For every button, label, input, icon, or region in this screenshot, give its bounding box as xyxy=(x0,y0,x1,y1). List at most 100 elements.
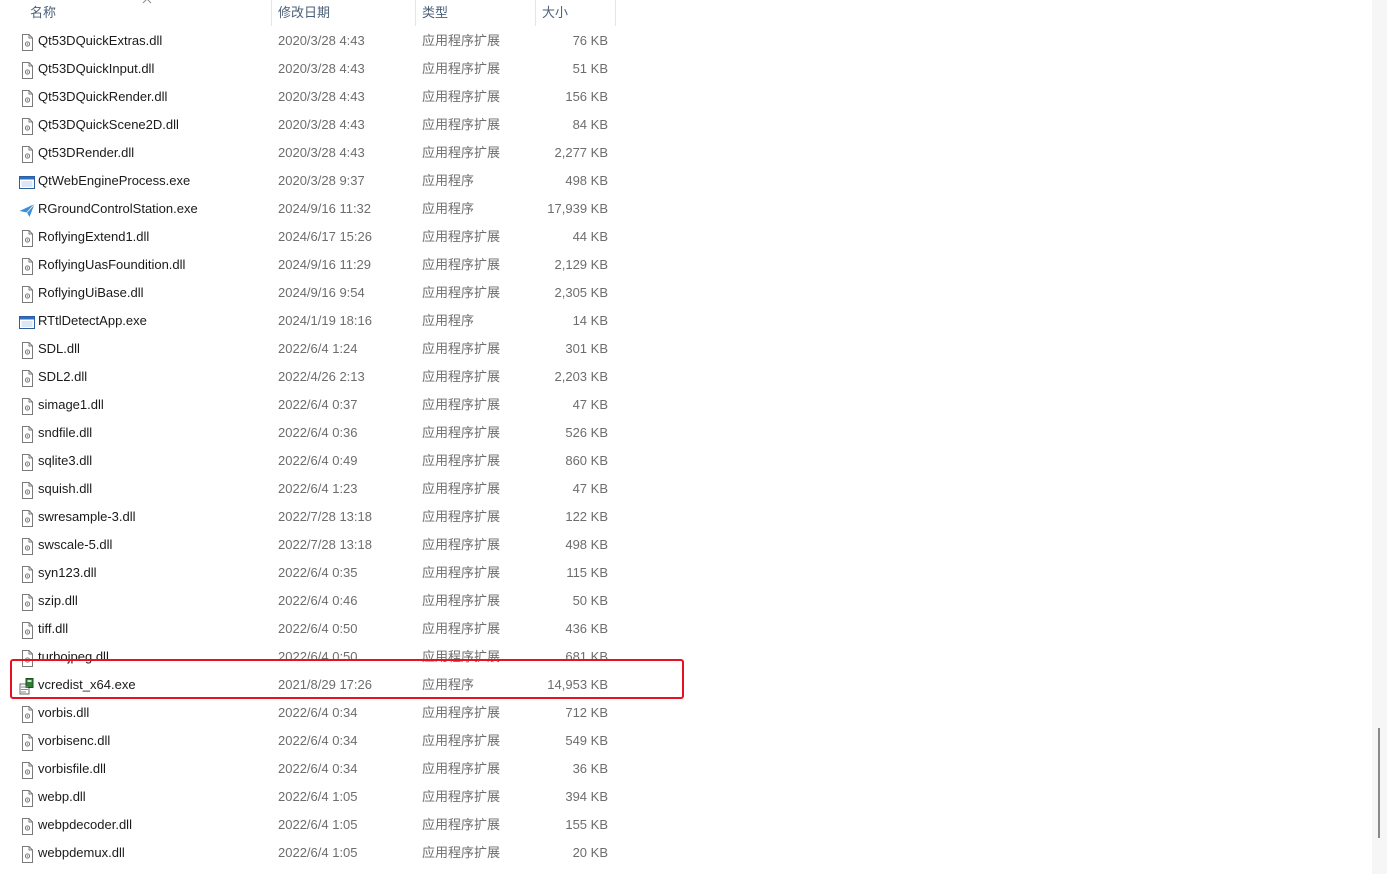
file-type: 应用程序扩展 xyxy=(422,117,501,132)
file-row[interactable]: swresample-3.dll 2022/7/28 13:18 应用程序扩展 122… xyxy=(0,503,700,531)
file-date: 2024/9/16 9:54 xyxy=(278,285,365,300)
file-row[interactable]: simage1.dll 2022/6/4 0:37 应用程序扩展 47 KB xyxy=(0,391,700,419)
file-type: 应用程序扩展 xyxy=(422,705,501,720)
file-name: Qt53DQuickInput.dll xyxy=(38,61,155,76)
file-row[interactable]: Qt53DQuickExtras.dll 2020/3/28 4:43 应用程序扩展… xyxy=(0,27,700,55)
file-date: 2020/3/28 4:43 xyxy=(278,117,365,132)
file-size: 436 KB xyxy=(565,621,608,636)
file-name: QtWebEngineProcess.exe xyxy=(38,173,191,188)
dll-file-icon xyxy=(19,845,35,863)
file-name: RoflyingExtend1.dll xyxy=(38,229,150,244)
file-size: 20 KB xyxy=(572,845,608,860)
dll-file-icon xyxy=(19,257,35,275)
file-date: 2022/7/28 13:18 xyxy=(278,509,372,524)
file-date: 2022/6/4 0:49 xyxy=(278,453,358,468)
file-row[interactable]: syn123.dll 2022/6/4 0:35 应用程序扩展 115 KB xyxy=(0,559,700,587)
file-date: 2022/6/4 0:34 xyxy=(278,733,358,748)
file-name: SDL.dll xyxy=(38,341,80,356)
file-date: 2022/6/4 1:05 xyxy=(278,845,358,860)
file-row[interactable]: szip.dll 2022/6/4 0:46 应用程序扩展 50 KB xyxy=(0,587,700,615)
file-row[interactable]: vorbis.dll 2022/6/4 0:34 应用程序扩展 712 KB xyxy=(0,699,700,727)
file-date: 2020/3/28 4:43 xyxy=(278,145,365,160)
file-date: 2022/6/4 1:23 xyxy=(278,481,358,496)
file-row[interactable]: sqlite3.dll 2022/6/4 0:49 应用程序扩展 860 KB xyxy=(0,447,700,475)
file-name: webpdemux.dll xyxy=(38,845,125,860)
dll-file-icon xyxy=(19,397,35,415)
file-type: 应用程序 xyxy=(422,201,475,216)
paper-plane-app-icon xyxy=(19,201,35,218)
file-row[interactable]: RoflyingUiBase.dll 2024/9/16 9:54 应用程序扩展 2,… xyxy=(0,279,700,307)
file-name: szip.dll xyxy=(38,593,78,608)
file-row[interactable]: SDL2.dll 2022/4/26 2:13 应用程序扩展 2,203 KB xyxy=(0,363,700,391)
column-header-type[interactable]: 类型 xyxy=(415,0,536,26)
dll-file-icon xyxy=(19,369,35,387)
file-date: 2022/6/4 1:05 xyxy=(278,789,358,804)
file-type: 应用程序扩展 xyxy=(422,845,501,860)
file-row[interactable]: vorbisfile.dll 2022/6/4 0:34 应用程序扩展 36 KB xyxy=(0,755,700,783)
file-row[interactable]: sndfile.dll 2022/6/4 0:36 应用程序扩展 526 KB xyxy=(0,419,700,447)
file-name: swresample-3.dll xyxy=(38,509,136,524)
file-type: 应用程序 xyxy=(422,313,475,328)
file-size: 498 KB xyxy=(565,173,608,188)
dll-file-icon xyxy=(19,733,35,751)
file-name: Qt53DQuickScene2D.dll xyxy=(38,117,179,132)
column-header-size-label: 大小 xyxy=(542,5,569,20)
file-size: 51 KB xyxy=(572,61,608,76)
file-row[interactable]: QtWebEngineProcess.exe 2020/3/28 9:37 应用程序… xyxy=(0,167,700,195)
file-row[interactable]: Qt53DQuickScene2D.dll 2020/3/28 4:43 应用程序扩… xyxy=(0,111,700,139)
file-row[interactable]: webpdecoder.dll 2022/6/4 1:05 应用程序扩展 155 KB xyxy=(0,811,700,839)
file-size: 526 KB xyxy=(565,425,608,440)
file-row[interactable]: RGroundControlStation.exe 2024/9/16 11:32… xyxy=(0,195,700,223)
dll-file-icon xyxy=(19,117,35,135)
file-row[interactable]: vorbisenc.dll 2022/6/4 0:34 应用程序扩展 549 KB xyxy=(0,727,700,755)
file-row[interactable]: tiff.dll 2022/6/4 0:50 应用程序扩展 436 KB xyxy=(0,615,700,643)
file-row[interactable]: squish.dll 2022/6/4 1:23 应用程序扩展 47 KB xyxy=(0,475,700,503)
dll-file-icon xyxy=(19,481,35,499)
file-name: RoflyingUasFoundition.dll xyxy=(38,257,186,272)
file-size: 301 KB xyxy=(565,341,608,356)
dll-file-icon xyxy=(19,565,35,583)
file-name: vorbis.dll xyxy=(38,705,90,720)
file-row[interactable]: webpdemux.dll 2022/6/4 1:05 应用程序扩展 20 KB xyxy=(0,839,700,867)
dll-file-icon xyxy=(19,817,35,835)
file-row[interactable]: RTtlDetectApp.exe 2024/1/19 18:16 应用程序 14 K… xyxy=(0,307,700,335)
file-row[interactable]: webp.dll 2022/6/4 1:05 应用程序扩展 394 KB xyxy=(0,783,700,811)
file-row[interactable]: Qt53DRender.dll 2020/3/28 4:43 应用程序扩展 2,277… xyxy=(0,139,700,167)
column-header-name-label: 名称 xyxy=(30,5,57,20)
file-name: swscale-5.dll xyxy=(38,537,113,552)
file-type: 应用程序扩展 xyxy=(422,593,501,608)
file-size: 2,203 KB xyxy=(554,369,609,384)
file-name: vorbisfile.dll xyxy=(38,761,106,776)
scrollbar-thumb[interactable] xyxy=(1378,728,1380,838)
file-size: 2,129 KB xyxy=(554,257,609,272)
file-date: 2022/4/26 2:13 xyxy=(278,369,365,384)
file-row[interactable]: RoflyingExtend1.dll 2024/6/17 15:26 应用程序扩展… xyxy=(0,223,700,251)
file-size: 84 KB xyxy=(572,117,608,132)
file-size: 76 KB xyxy=(572,33,608,48)
file-type: 应用程序扩展 xyxy=(422,565,501,580)
file-name: Qt53DRender.dll xyxy=(38,145,135,160)
file-date: 2022/7/28 13:18 xyxy=(278,537,372,552)
file-type: 应用程序扩展 xyxy=(422,509,501,524)
file-row[interactable]: Qt53DQuickRender.dll 2020/3/28 4:43 应用程序扩展… xyxy=(0,83,700,111)
file-date: 2024/1/19 18:16 xyxy=(278,313,372,328)
file-name: tiff.dll xyxy=(38,621,69,636)
column-header-date-label: 修改日期 xyxy=(278,5,331,20)
file-name: RoflyingUiBase.dll xyxy=(38,285,144,300)
column-header-type-label: 类型 xyxy=(422,5,449,20)
file-size: 17,939 KB xyxy=(547,201,608,216)
file-row[interactable]: Qt53DQuickInput.dll 2020/3/28 4:43 应用程序扩展 5… xyxy=(0,55,700,83)
file-row[interactable]: SDL.dll 2022/6/4 1:24 应用程序扩展 301 KB xyxy=(0,335,700,363)
file-row[interactable]: RoflyingUasFoundition.dll 2024/9/16 11:29… xyxy=(0,251,700,279)
file-date: 2020/3/28 4:43 xyxy=(278,61,365,76)
column-header-size[interactable]: 大小 xyxy=(535,0,616,26)
file-row[interactable]: swscale-5.dll 2022/7/28 13:18 应用程序扩展 498 KB xyxy=(0,531,700,559)
file-name: RTtlDetectApp.exe xyxy=(38,313,147,328)
file-date: 2022/6/4 0:34 xyxy=(278,761,358,776)
file-size: 712 KB xyxy=(565,705,608,720)
file-name: Qt53DQuickRender.dll xyxy=(38,89,168,104)
file-size: 47 KB xyxy=(572,397,608,412)
file-type: 应用程序扩展 xyxy=(422,733,501,748)
column-header-date[interactable]: 修改日期 xyxy=(271,0,416,26)
file-size: 549 KB xyxy=(565,733,608,748)
